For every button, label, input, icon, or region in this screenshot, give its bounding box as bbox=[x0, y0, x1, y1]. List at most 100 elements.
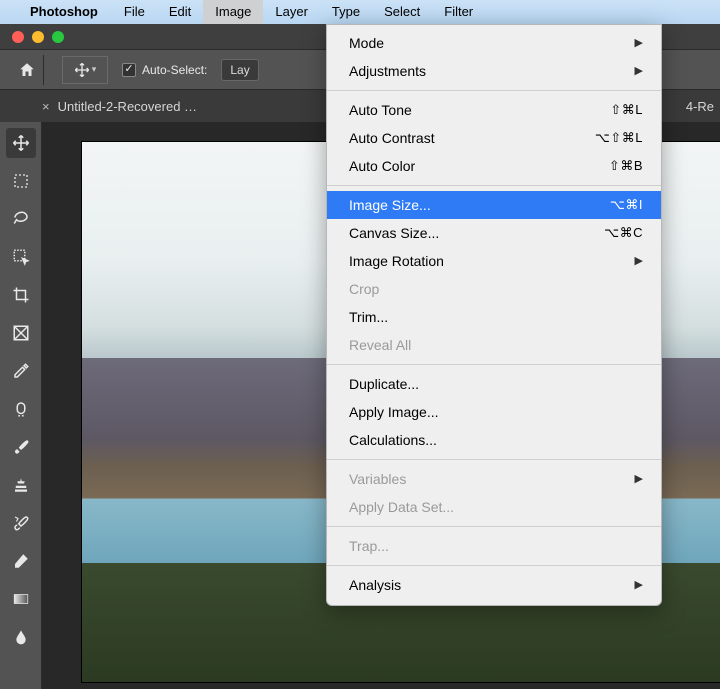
eraser-tool[interactable] bbox=[6, 546, 36, 576]
menu-item-label: Variables bbox=[349, 469, 406, 489]
blur-tool-icon bbox=[13, 628, 29, 646]
mac-menubar: Photoshop File Edit Image Layer Type Sel… bbox=[0, 0, 720, 24]
move-tool-preset[interactable]: ▾ bbox=[62, 56, 108, 84]
menu-item-label: Apply Data Set... bbox=[349, 497, 454, 517]
menu-item-apply-data-set: Apply Data Set... bbox=[327, 493, 661, 521]
menu-item-label: Mode bbox=[349, 33, 384, 53]
move-icon bbox=[74, 62, 90, 78]
chevron-right-icon: ▶ bbox=[635, 251, 643, 271]
chevron-right-icon: ▶ bbox=[635, 575, 643, 595]
menu-item-calculations[interactable]: Calculations... bbox=[327, 426, 661, 454]
brush-tool[interactable] bbox=[6, 432, 36, 462]
document-tab-overflow-label: 4-Re bbox=[686, 99, 714, 114]
home-icon bbox=[18, 61, 36, 79]
menubar-image[interactable]: Image bbox=[203, 0, 263, 24]
menu-item-auto-contrast[interactable]: Auto Contrast⌥⇧⌘L bbox=[327, 124, 661, 152]
marquee-tool-icon bbox=[13, 173, 29, 189]
frame-tool-icon bbox=[12, 324, 30, 342]
chevron-right-icon: ▶ bbox=[635, 33, 643, 53]
menu-item-variables: Variables ▶ bbox=[327, 465, 661, 493]
auto-select-dropdown[interactable]: Lay bbox=[221, 59, 258, 81]
chevron-down-icon: ▾ bbox=[92, 64, 97, 75]
quick-selection-tool[interactable] bbox=[6, 242, 36, 272]
auto-select-checkbox[interactable]: ✓ bbox=[122, 63, 136, 77]
frame-tool[interactable] bbox=[6, 318, 36, 348]
menu-item-auto-tone[interactable]: Auto Tone ⇧⌘L bbox=[327, 96, 661, 124]
crop-tool[interactable] bbox=[6, 280, 36, 310]
auto-select-checkbox-row: ✓ Auto-Select: bbox=[122, 63, 207, 77]
menu-item-image-rotation[interactable]: Image Rotation ▶ bbox=[327, 247, 661, 275]
menubar-filter[interactable]: Filter bbox=[432, 0, 485, 24]
menu-item-label: Adjustments bbox=[349, 61, 426, 81]
healing-brush-tool[interactable] bbox=[6, 394, 36, 424]
menu-item-label: Image Rotation bbox=[349, 251, 444, 271]
clone-stamp-tool[interactable] bbox=[6, 470, 36, 500]
healing-brush-tool-icon bbox=[12, 400, 30, 418]
gradient-tool[interactable] bbox=[6, 584, 36, 614]
window-close-button[interactable] bbox=[12, 31, 24, 43]
lasso-tool-icon bbox=[12, 210, 30, 228]
menu-item-label: Trim... bbox=[349, 307, 388, 327]
menu-item-label: Auto Tone bbox=[349, 100, 412, 120]
auto-select-label: Auto-Select: bbox=[142, 63, 207, 77]
chevron-right-icon: ▶ bbox=[635, 469, 643, 489]
document-tab-label: Untitled-2-Recovered … bbox=[58, 99, 197, 114]
auto-select-value: Lay bbox=[230, 63, 249, 77]
menu-item-label: Reveal All bbox=[349, 335, 411, 355]
crop-tool-icon bbox=[12, 286, 30, 304]
menu-item-mode[interactable]: Mode ▶ bbox=[327, 29, 661, 57]
window-minimize-button[interactable] bbox=[32, 31, 44, 43]
brush-tool-icon bbox=[12, 438, 30, 456]
gradient-tool-icon bbox=[12, 590, 30, 608]
eyedropper-tool[interactable] bbox=[6, 356, 36, 386]
history-brush-tool-icon bbox=[12, 514, 30, 532]
chevron-right-icon: ▶ bbox=[635, 61, 643, 81]
eraser-tool-icon bbox=[12, 552, 30, 570]
move-tool[interactable] bbox=[6, 128, 36, 158]
menu-item-shortcut: ⌥⇧⌘L bbox=[595, 128, 643, 148]
menu-item-image-size[interactable]: Image Size... ⌥⌘I bbox=[327, 191, 661, 219]
menu-item-reveal-all: Reveal All bbox=[327, 331, 661, 359]
document-tab-overflow[interactable]: 4-Re bbox=[680, 90, 720, 122]
menu-item-canvas-size[interactable]: Canvas Size... ⌥⌘C bbox=[327, 219, 661, 247]
menu-item-label: Canvas Size... bbox=[349, 223, 439, 243]
menubar-app-name[interactable]: Photoshop bbox=[26, 0, 112, 24]
menubar-type[interactable]: Type bbox=[320, 0, 372, 24]
menu-item-analysis[interactable]: Analysis ▶ bbox=[327, 571, 661, 599]
home-button[interactable] bbox=[10, 55, 44, 85]
move-tool-icon bbox=[12, 134, 30, 152]
menu-item-label: Apply Image... bbox=[349, 402, 439, 422]
menu-item-apply-image[interactable]: Apply Image... bbox=[327, 398, 661, 426]
menu-item-shortcut: ⌥⌘C bbox=[604, 223, 643, 243]
menu-item-trap: Trap... bbox=[327, 532, 661, 560]
menu-item-crop: Crop bbox=[327, 275, 661, 303]
close-tab-icon[interactable]: × bbox=[42, 99, 50, 114]
menu-item-shortcut: ⇧⌘B bbox=[609, 156, 643, 176]
menubar-file[interactable]: File bbox=[112, 0, 157, 24]
menu-item-trim[interactable]: Trim... bbox=[327, 303, 661, 331]
menu-item-label: Duplicate... bbox=[349, 374, 419, 394]
menubar-layer[interactable]: Layer bbox=[263, 0, 320, 24]
lasso-tool[interactable] bbox=[6, 204, 36, 234]
menu-item-auto-color[interactable]: Auto Color ⇧⌘B bbox=[327, 152, 661, 180]
tool-panel bbox=[0, 122, 42, 689]
image-menu-dropdown: Mode ▶ Adjustments ▶ Auto Tone ⇧⌘L Auto Contra… bbox=[326, 24, 662, 606]
eyedropper-tool-icon bbox=[12, 362, 30, 380]
window-zoom-button[interactable] bbox=[52, 31, 64, 43]
menu-item-label: Auto Color bbox=[349, 156, 415, 176]
menu-item-label: Crop bbox=[349, 279, 379, 299]
menu-item-shortcut: ⌥⌘I bbox=[610, 195, 643, 215]
menu-item-label: Analysis bbox=[349, 575, 401, 595]
history-brush-tool[interactable] bbox=[6, 508, 36, 538]
quick-selection-tool-icon bbox=[12, 248, 30, 266]
blur-tool[interactable] bbox=[6, 622, 36, 652]
document-tab-active[interactable]: × Untitled-2-Recovered … bbox=[42, 99, 197, 114]
marquee-tool[interactable] bbox=[6, 166, 36, 196]
menu-item-label: Image Size... bbox=[349, 195, 431, 215]
menu-item-adjustments[interactable]: Adjustments ▶ bbox=[327, 57, 661, 85]
menu-item-label: Trap... bbox=[349, 536, 389, 556]
menu-item-shortcut: ⇧⌘L bbox=[610, 100, 643, 120]
menu-item-duplicate[interactable]: Duplicate... bbox=[327, 370, 661, 398]
menubar-select[interactable]: Select bbox=[372, 0, 432, 24]
menubar-edit[interactable]: Edit bbox=[157, 0, 203, 24]
